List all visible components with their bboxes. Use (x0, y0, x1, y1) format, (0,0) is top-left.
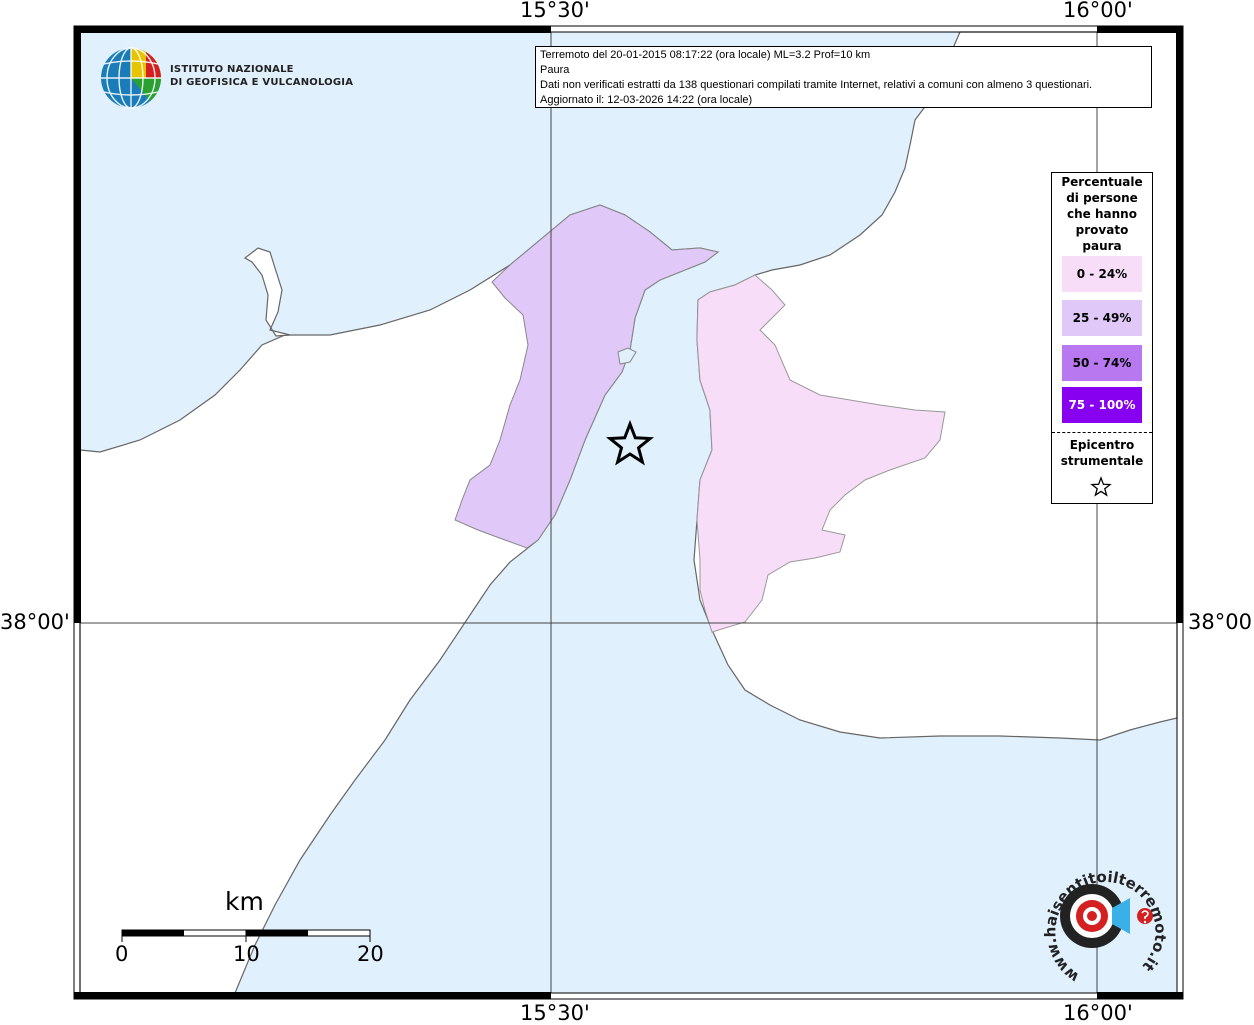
scale-tick-10: 10 (233, 942, 260, 966)
info-source-line: Dati non verificati estratti da 138 ques… (540, 79, 1093, 91)
scale-tick-0: 0 (115, 942, 129, 966)
legend-title-line4: provato (1075, 223, 1129, 237)
lat-label-left: 38°00' (0, 610, 70, 634)
earthquake-info-box: Terremoto del 20-01-2015 08:17:22 (ora l… (535, 46, 1152, 108)
map-page: www.haisentitoilterremoto.it 15°30' 16°0… (0, 0, 1254, 1025)
legend-class-0-24: 0 - 24% (1062, 256, 1142, 292)
legend-epicenter-line2: strumentale (1060, 454, 1144, 468)
legend-separator (1052, 432, 1152, 433)
legend-epicenter-line1: Epicentro (1069, 438, 1135, 452)
lon-label-bottom-right: 16°00' (1063, 1001, 1133, 1025)
lat-label-right: 38°00' (1188, 610, 1254, 634)
legend-class-75-100: 75 - 100% (1062, 387, 1142, 423)
legend-title: Percentuale di persone che hanno provato… (1052, 173, 1152, 254)
info-event-line: Terremoto del 20-01-2015 08:17:22 (ora l… (540, 49, 871, 61)
lon-label-bottom-left: 15°30' (520, 1001, 590, 1025)
legend-class-25-49: 25 - 49% (1062, 300, 1142, 336)
map-canvas[interactable]: www.haisentitoilterremoto.it (0, 0, 1254, 1024)
legend-title-line1: Percentuale (1061, 175, 1143, 189)
ingv-name-line2: DI GEOFISICA E VULCANOLOGIA (170, 77, 354, 88)
legend-epicenter-label: Epicentro strumentale (1052, 437, 1152, 469)
info-parameter-line: Paura (540, 64, 570, 76)
ingv-logo-text: ISTITUTO NAZIONALE DI GEOFISICA E VULCAN… (170, 63, 353, 89)
legend-class-50-74: 50 - 74% (1062, 345, 1142, 381)
legend-star-icon (1090, 476, 1112, 497)
legend-title-line2: di persone (1066, 191, 1138, 205)
scale-tick-20: 20 (357, 942, 384, 966)
ingv-logo-icon (101, 47, 161, 109)
info-updated-line: Aggiornato il: 12-03-2026 14:22 (ora loc… (540, 94, 753, 106)
legend: Percentuale di persone che hanno provato… (1051, 172, 1153, 504)
legend-title-line5: paura (1082, 239, 1122, 253)
legend-title-line3: che hanno (1067, 207, 1137, 221)
lon-label-top-right: 16°00' (1063, 0, 1133, 22)
ingv-name-line1: ISTITUTO NAZIONALE (170, 64, 294, 75)
lon-label-top-left: 15°30' (520, 0, 590, 22)
scale-unit-label: km (225, 887, 264, 916)
